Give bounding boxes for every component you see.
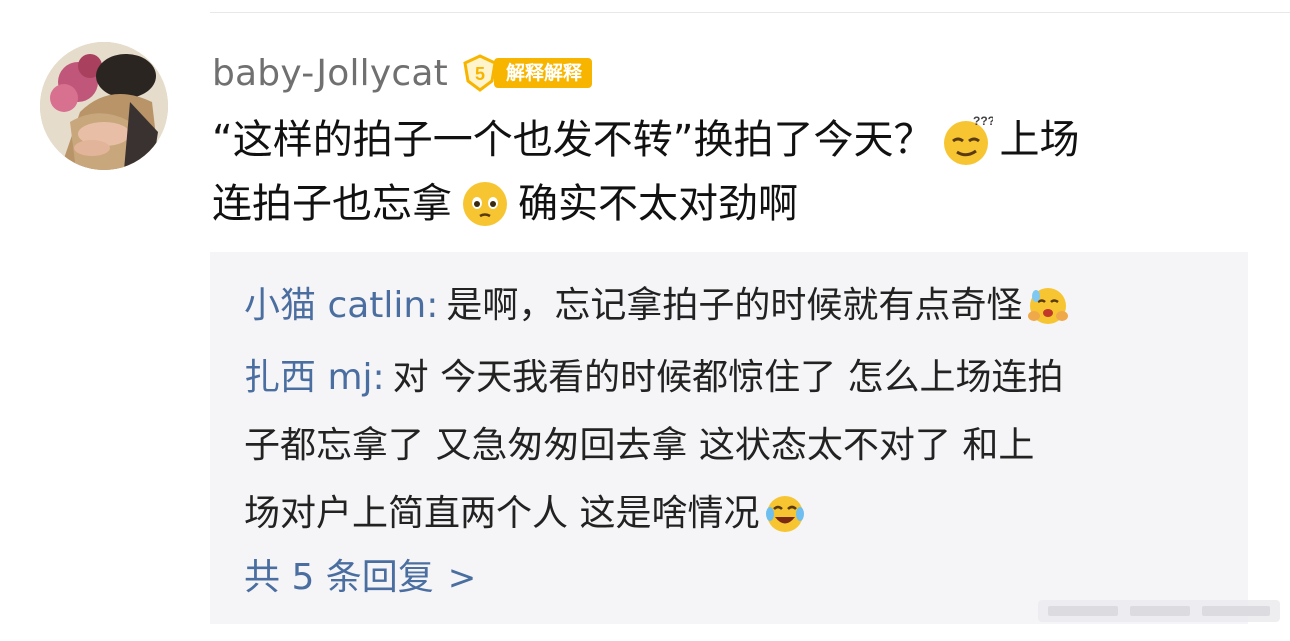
reply-line: 子都忘拿了 又急匆匆回去拿 这状态太不对了 和上 [244, 412, 1224, 480]
crying-laughing-emoji-icon [763, 492, 807, 536]
comment-line: “这样的拍子一个也发不转”换拍了今天？ ??? 上场 [212, 108, 1222, 172]
reply-line: 场对户上简直两个人 这是啥情况 [244, 480, 1224, 548]
reply-item[interactable]: 扎西 mj: 对 今天我看的时候都惊住了 怎么上场连拍 子都忘拿了 又急匆匆回去拿… [244, 344, 1224, 548]
reply-text: 是啊，忘记拿拍子的时候就有点奇怪 [446, 285, 1023, 326]
reply-text: 场对户上简直两个人 这是啥情况 [244, 493, 760, 534]
reply-text: 对 今天我看的时候都惊住了 怎么上场连拍 [392, 357, 1064, 398]
username[interactable]: baby-Jollycat [212, 53, 448, 94]
watermark [1038, 596, 1280, 626]
comment-text: 确实不太对劲啊 [518, 181, 798, 227]
top-divider [210, 12, 1290, 13]
badge-level-icon: 5 [460, 53, 500, 93]
reply-separator: : [426, 285, 439, 326]
comment-text: 连拍子也忘拿 [212, 181, 452, 227]
reply-line: 小猫 catlin: 是啊，忘记拿拍子的时候就有点奇怪 [244, 272, 1224, 340]
hug-face-emoji-icon [1026, 284, 1070, 328]
comment-text: “这样的拍子一个也发不转”换拍了今天？ [212, 117, 934, 163]
view-all-replies-link[interactable]: 共 5 条回复 > [244, 548, 476, 608]
reply-line: 扎西 mj: 对 今天我看的时候都惊住了 怎么上场连拍 [244, 344, 1224, 412]
comment-text: 上场 [999, 117, 1080, 163]
more-replies-label: 共 5 条回复 [244, 557, 434, 598]
comment-line: 连拍子也忘拿 确实不太对劲啊 [212, 172, 1222, 236]
reply-item[interactable]: 小猫 catlin: 是啊，忘记拿拍子的时候就有点奇怪 [244, 272, 1224, 340]
badge-label: 解释解释 [493, 58, 592, 88]
reply-text: 子都忘拿了 又急匆匆回去拿 这状态太不对了 和上 [244, 425, 1035, 466]
fan-badge[interactable]: 5 解释解释 [460, 53, 592, 93]
chevron-right-icon: > [447, 558, 477, 598]
avatar[interactable] [40, 42, 168, 170]
badge-level: 5 [475, 64, 485, 84]
reply-author[interactable]: 扎西 mj [244, 344, 373, 412]
comment-body: “这样的拍子一个也发不转”换拍了今天？ ??? 上场 连拍子也忘拿 确实不太对劲… [212, 108, 1222, 236]
svg-text:???: ??? [973, 114, 993, 128]
comment-header: baby-Jollycat 5 解释解释 [212, 48, 592, 98]
smirk-sweat-emoji-icon: ??? [939, 113, 993, 167]
worried-emoji-icon [458, 177, 512, 231]
reply-author[interactable]: 小猫 catlin [244, 272, 426, 340]
reply-separator: : [372, 357, 385, 398]
